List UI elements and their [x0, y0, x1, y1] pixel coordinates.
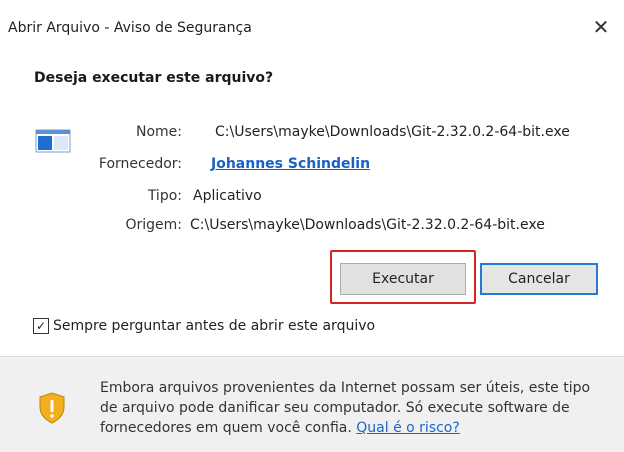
name-value: C:\Users\mayke\Downloads\Git-2.32.0.2-64… [215, 124, 570, 140]
origin-label: Origem: [125, 217, 182, 233]
title-bar: Abrir Arquivo - Aviso de Segurança ✕ [0, 0, 624, 56]
publisher-link[interactable]: Johannes Schindelin [211, 156, 370, 172]
origin-value: C:\Users\mayke\Downloads\Git-2.32.0.2-64… [190, 217, 545, 233]
close-button[interactable]: ✕ [588, 14, 614, 40]
type-value: Aplicativo [193, 188, 262, 204]
execute-button[interactable]: Executar [340, 263, 466, 295]
name-label: Nome: [135, 124, 182, 140]
risk-link[interactable]: Qual é o risco? [356, 420, 460, 436]
window-title: Abrir Arquivo - Aviso de Segurança [8, 20, 252, 36]
publisher-label: Fornecedor: [98, 156, 182, 172]
always-ask-label: Sempre perguntar antes de abrir este arq… [53, 318, 376, 334]
checkmark-icon: ✓ [35, 319, 47, 333]
always-ask-option[interactable]: ✓ Sempre perguntar antes de abrir este a… [33, 318, 375, 334]
dialog-question: Deseja executar este arquivo? [34, 70, 274, 86]
type-label: Tipo: [147, 188, 182, 204]
always-ask-checkbox[interactable]: ✓ [33, 318, 49, 334]
warning-text: Embora arquivos provenientes da Internet… [100, 380, 591, 436]
shield-warning-icon [39, 392, 65, 424]
warning-message: Embora arquivos provenientes da Internet… [100, 378, 610, 438]
cancel-button[interactable]: Cancelar [480, 263, 598, 295]
close-icon: ✕ [592, 15, 610, 39]
